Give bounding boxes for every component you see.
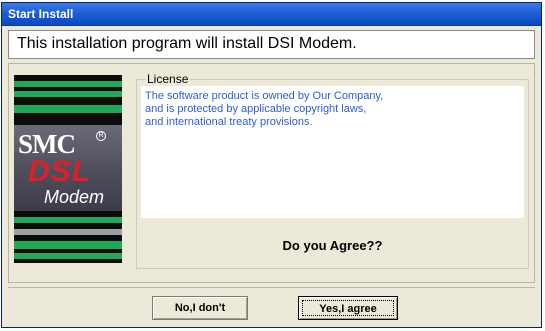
license-textbox[interactable]: The software product is owned by Our Com…	[141, 86, 524, 218]
logo-dsl-text: DSL	[28, 155, 91, 188]
agree-button-label: Yes,I agree	[302, 300, 394, 316]
logo-box: SMC R DSL Modem	[14, 125, 122, 211]
logo-stripe	[14, 253, 122, 259]
license-line: The software product is owned by Our Com…	[145, 90, 384, 102]
banner: This installation program will install D…	[8, 30, 535, 59]
agree-question: Do you Agree??	[282, 238, 383, 253]
logo-stripe	[14, 105, 122, 113]
license-line: and is protected by applicable copyright…	[145, 103, 367, 115]
agree-button[interactable]: Yes,I agree	[298, 296, 398, 320]
logo-stripe	[14, 229, 122, 235]
logo-stripe	[14, 91, 122, 97]
logo-stripe	[14, 241, 122, 249]
smc-dsl-logo: SMC R DSL Modem	[14, 75, 122, 263]
title-bar[interactable]: Start Install	[2, 3, 541, 26]
logo-modem-text: Modem	[44, 187, 105, 207]
registered-mark-icon: R	[96, 131, 106, 141]
license-line: and international treaty provisions.	[145, 116, 313, 128]
license-label: License	[145, 72, 191, 86]
decline-button[interactable]: No,I don't	[152, 296, 248, 320]
logo-stripe	[14, 81, 122, 87]
install-dialog: Start Install This installation program …	[1, 2, 542, 328]
banner-text: This installation program will install D…	[17, 35, 357, 52]
logo-stripe	[14, 217, 122, 223]
license-group: License The software product is owned by…	[136, 72, 529, 269]
window-title: Start Install	[8, 7, 74, 21]
button-bar: No,I don't Yes,I agree	[8, 287, 535, 323]
